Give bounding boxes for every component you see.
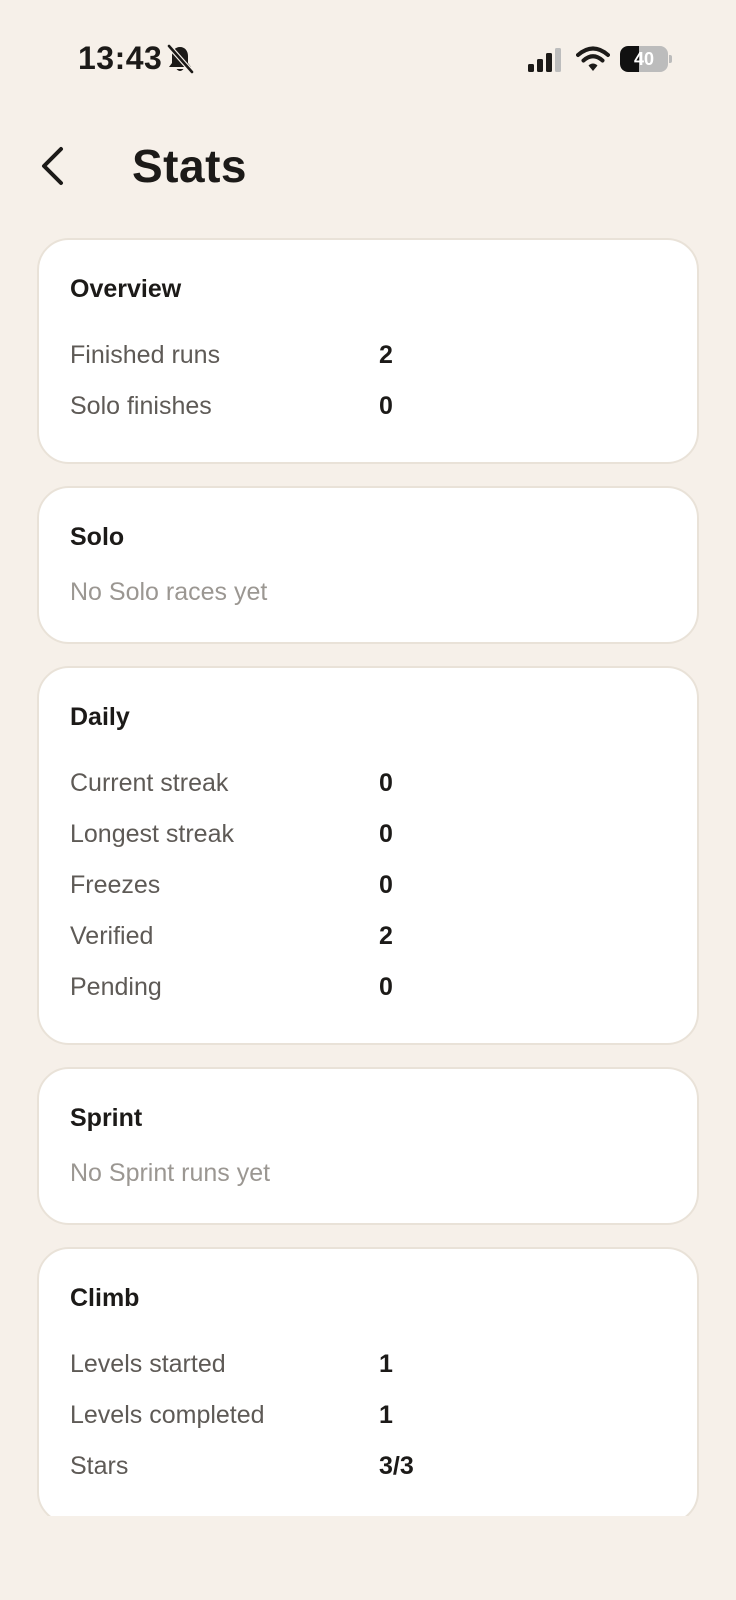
stat-row: Levels completed 1: [70, 1390, 667, 1441]
stat-value: 0: [379, 871, 393, 899]
overview-card: Overview Finished runs 2 Solo finishes 0: [37, 238, 699, 464]
stat-label: Current streak: [70, 769, 229, 797]
stat-row: Verified 2: [70, 911, 667, 962]
stat-value: 0: [379, 973, 393, 1001]
solo-empty-message: No Solo races yet: [70, 578, 268, 606]
status-bar: 13:43 40: [0, 0, 736, 120]
stat-value: 3/3: [379, 1452, 414, 1480]
stat-label: Solo finishes: [70, 392, 212, 420]
stat-value: 2: [379, 341, 393, 369]
stat-row: Finished runs 2: [70, 330, 667, 381]
stat-row: Solo finishes 0: [70, 381, 667, 432]
wifi-icon: [576, 46, 610, 71]
stat-label: Verified: [70, 922, 154, 950]
stat-value: 1: [379, 1401, 393, 1429]
stat-label: Levels started: [70, 1350, 226, 1378]
stat-label: Stars: [70, 1452, 129, 1480]
daily-title: Daily: [70, 703, 130, 731]
stat-row: Longest streak 0: [70, 809, 667, 860]
stat-row: Freezes 0: [70, 860, 667, 911]
sprint-empty-message: No Sprint runs yet: [70, 1159, 271, 1187]
cellular-signal-icon: [528, 48, 561, 72]
chevron-left-icon: [42, 147, 63, 185]
battery-percent: 40: [633, 49, 655, 69]
stat-value: 0: [379, 392, 393, 420]
stat-value: 0: [379, 769, 393, 797]
daily-card: Daily Current streak 0 Longest streak 0 …: [37, 666, 699, 1045]
stat-row: Current streak 0: [70, 758, 667, 809]
stat-value: 1: [379, 1350, 393, 1378]
sprint-card: Sprint No Sprint runs yet: [37, 1067, 699, 1225]
stats-screen: 13:43 40 Stats Overview Finished runs 2 …: [0, 0, 736, 1600]
stat-row: Levels started 1: [70, 1339, 667, 1390]
solo-card: Solo No Solo races yet: [37, 486, 699, 644]
stat-label: Freezes: [70, 871, 161, 899]
page-title: Stats: [132, 140, 247, 192]
bell-slash-icon: [167, 44, 194, 74]
climb-card: Climb Levels started 1 Levels completed …: [37, 1247, 699, 1516]
stat-value: 2: [379, 922, 393, 950]
stat-label: Pending: [70, 973, 162, 1001]
stat-label: Levels completed: [70, 1401, 265, 1429]
stat-label: Longest streak: [70, 820, 234, 848]
stats-list[interactable]: Overview Finished runs 2 Solo finishes 0…: [37, 238, 699, 1516]
stat-row: Pending 0: [70, 962, 667, 1013]
status-time: 13:43: [78, 40, 163, 76]
overview-title: Overview: [70, 275, 182, 303]
battery-tip: [669, 55, 672, 63]
stat-row: Stars 3/3: [70, 1441, 667, 1492]
battery-body: 40: [620, 46, 668, 72]
sprint-title: Sprint: [70, 1104, 143, 1132]
battery-icon: 40: [620, 46, 672, 72]
solo-title: Solo: [70, 523, 125, 551]
climb-title: Climb: [70, 1284, 140, 1312]
stat-label: Finished runs: [70, 341, 221, 369]
stat-value: 0: [379, 820, 393, 848]
back-button[interactable]: [30, 138, 74, 194]
